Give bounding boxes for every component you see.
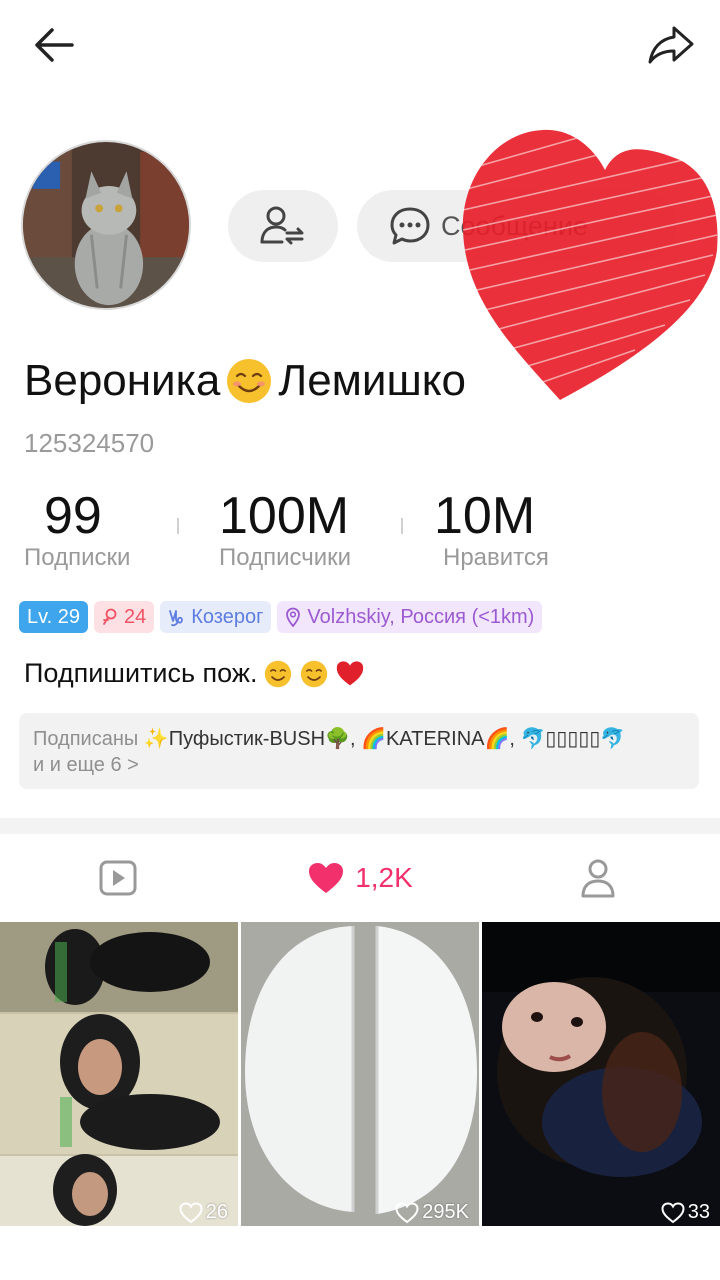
stat-divider (177, 518, 179, 534)
person-icon (581, 859, 614, 898)
age-value: 24 (124, 605, 147, 628)
content-tabs: 1,2K (0, 834, 720, 922)
location-value: Volzhskiy, Россия (<1km) (307, 605, 535, 628)
age-badge: 24 (94, 601, 155, 633)
message-label: Сообщение (441, 210, 588, 241)
profile-chips: Lv. 29 24 Козерог Volzhskiy, Россия (<1k… (19, 601, 543, 633)
followed-by-names: ✨Пуфыстик-BUSH🌳, 🌈KATERINA🌈, 🐬▯▯▯▯▯🐬 (143, 728, 626, 750)
top-bar (0, 0, 720, 95)
followed-by-panel[interactable]: Подписаны ✨Пуфыстик-BUSH🌳, 🌈KATERINA🌈, 🐬… (19, 713, 699, 789)
stat-following[interactable]: 99 Подписки (24, 488, 130, 572)
tile-likes: 295K (395, 1201, 469, 1224)
location-pin-icon (286, 607, 301, 627)
user-id: 125324570 (24, 428, 155, 458)
stat-likes-label: Нравится (443, 544, 549, 571)
tile-likes-count: 295K (422, 1201, 469, 1223)
location-badge[interactable]: Volzhskiy, Россия (<1km) (277, 601, 543, 633)
tab-profile[interactable] (540, 834, 655, 922)
share-button[interactable] (646, 22, 696, 68)
section-separator (0, 818, 720, 834)
tile-likes-count: 26 (205, 1201, 228, 1223)
zodiac-badge: Козерог (160, 601, 272, 633)
share-icon (648, 26, 694, 64)
tab-likes[interactable]: 1,2K (290, 834, 430, 922)
female-icon (103, 608, 117, 625)
heart-outline-icon (661, 1201, 685, 1223)
arrow-left-icon (35, 28, 74, 62)
stat-likes-value: 10M (434, 487, 536, 545)
stat-followers[interactable]: 100M Подписчики (219, 488, 351, 572)
stat-likes[interactable]: 10M Нравится (434, 488, 549, 572)
video-thumbnail (482, 922, 720, 1226)
tile-likes: 26 (179, 1201, 228, 1224)
tile-likes-count: 33 (687, 1201, 710, 1223)
zodiac-value: Козерог (191, 605, 264, 628)
message-button[interactable]: Сообщение (357, 190, 677, 262)
smiling-face-icon (265, 660, 292, 687)
smiling-face-icon (301, 660, 328, 687)
stat-divider (401, 518, 403, 534)
level-badge: Lv. 29 (19, 601, 88, 633)
bio: Подпишитись пож. (24, 658, 365, 689)
play-icon (99, 860, 136, 896)
heart-icon (309, 863, 344, 893)
tab-videos[interactable] (60, 834, 175, 922)
smiling-face-icon (227, 359, 272, 403)
user-follow-icon (260, 206, 304, 245)
name-last: Лемишко (278, 356, 467, 405)
bio-text: Подпишитись пож. (24, 658, 258, 688)
video-tile[interactable]: 295K (241, 922, 479, 1226)
stat-following-value: 99 (44, 487, 102, 545)
stat-followers-value: 100M (219, 487, 350, 545)
followed-by-more[interactable]: и и еще 6 > (33, 752, 685, 778)
back-button[interactable] (28, 22, 78, 68)
heart-outline-icon (179, 1201, 203, 1223)
followed-by-prefix: Подписаны (33, 728, 139, 750)
red-heart-icon (337, 660, 364, 685)
avatar[interactable] (21, 140, 191, 310)
video-grid: 26 295K 33 (0, 922, 720, 1226)
chat-bubble-icon (390, 207, 430, 245)
video-tile[interactable]: 33 (482, 922, 720, 1226)
follow-button[interactable] (228, 190, 338, 262)
video-tile[interactable]: 26 (0, 922, 238, 1226)
display-name: Вероника Лемишко (24, 356, 466, 406)
likes-count: 1,2K (355, 862, 413, 893)
cat-photo (23, 142, 189, 308)
video-thumbnail (0, 922, 238, 1226)
stat-following-label: Подписки (24, 544, 131, 571)
video-thumbnail (241, 922, 479, 1226)
stat-followers-label: Подписчики (219, 544, 352, 571)
tile-likes: 33 (661, 1201, 710, 1224)
capricorn-icon (169, 610, 184, 627)
name-first: Вероника (24, 356, 221, 405)
heart-outline-icon (395, 1201, 419, 1223)
